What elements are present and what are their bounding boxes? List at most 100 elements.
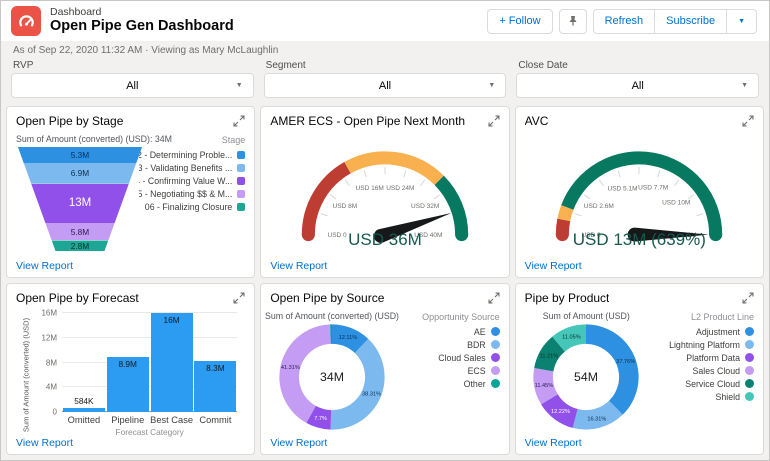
subscribe-button[interactable]: Subscribe <box>655 8 728 34</box>
bar-value-label: 8.3M <box>206 362 225 373</box>
legend-item: 06 - Finalizing Closure <box>145 202 246 212</box>
gauge-tick-label: USD 16M <box>356 185 384 192</box>
chart-legend: Opportunity Source AE BDR Cloud Sales ECS Oth… <box>394 309 500 437</box>
funnel-segment[interactable]: 13M <box>31 183 129 223</box>
title-block: Dashboard Open Pipe Gen Dashboard <box>50 6 234 35</box>
legend-label: BDR <box>467 339 486 350</box>
y-tick-label: 16M <box>41 308 57 318</box>
view-report-link[interactable]: View Report <box>525 437 582 449</box>
funnel-segment[interactable]: 2.8M <box>51 240 109 252</box>
bar-commit[interactable]: 8.3M <box>194 360 237 412</box>
legend-item: Sales Cloud <box>693 366 754 376</box>
legend-label: 04 - Confirming Value W... <box>139 175 233 186</box>
view-report-link[interactable]: View Report <box>16 437 73 449</box>
legend-item: Adjustment <box>696 327 754 337</box>
bar-chart-body: Sum of Amount (converted) (USD) 0 4M 8M 12M 1… <box>16 309 245 437</box>
view-report-link[interactable]: View Report <box>270 437 327 449</box>
page-header: Dashboard Open Pipe Gen Dashboard + Foll… <box>1 1 769 41</box>
funnel-chart: Sum of Amount (converted) (USD): 34M 5.3M… <box>16 132 172 260</box>
bar-value-label: 584K <box>74 396 94 407</box>
filter-label: Segment <box>265 60 306 71</box>
expand-icon[interactable] <box>233 291 245 309</box>
legend-item: Shield <box>716 392 754 402</box>
pin-icon <box>569 16 576 26</box>
legend-item: 05 - Negotiating $$ & M... <box>139 189 246 199</box>
legend-swatch <box>744 327 754 336</box>
slice-percent-label: 11.21% <box>540 353 559 359</box>
legend-swatch <box>490 353 500 362</box>
refresh-button[interactable]: Refresh <box>592 8 656 34</box>
gauge-band <box>561 151 723 235</box>
card-title: AVC <box>524 114 549 128</box>
slice-percent-label: 12.11% <box>339 335 358 341</box>
x-tick-label: Best Case <box>150 415 194 425</box>
bar-plot: 0 4M 8M 12M 16M 584K 8.9M 16M 8.3M Omitted Pipelin… <box>36 309 245 437</box>
gauge-band-cap <box>556 228 570 242</box>
gauge-tick-label: USD 32M <box>411 203 439 210</box>
legend-label: Shield <box>715 391 740 402</box>
view-report-link[interactable]: View Report <box>525 260 582 272</box>
filter-close-date-select[interactable]: All ▼ <box>516 73 760 98</box>
view-report-link[interactable]: View Report <box>270 260 327 272</box>
pin-button[interactable] <box>558 8 587 34</box>
donut-chart: Sum of Amount (converted) (USD) 12.11% 38.… <box>265 309 399 437</box>
legend-label: 03 - Validating Benefits ... <box>139 162 233 173</box>
legend-label: Sales Cloud <box>692 365 740 376</box>
legend-swatch <box>490 366 500 375</box>
expand-icon[interactable] <box>742 114 754 132</box>
filter-value: All <box>378 79 392 92</box>
gauge-band <box>434 175 469 235</box>
gauge-value: USD 36M <box>348 230 422 249</box>
gauge-chart-body: USD 0 USD 8M USD 16M USD 24M USD 32M USD 40M U… <box>270 132 499 260</box>
legend-swatch <box>744 340 754 349</box>
gauge-tick <box>420 179 426 186</box>
view-report-link[interactable]: View Report <box>16 260 73 272</box>
gauge-tick-label: USD 2.6M <box>584 203 614 210</box>
funnel: 5.3M 6.9M 13M 5.8M 2.8M <box>16 147 144 252</box>
slice-percent-label: 12.22% <box>551 409 570 415</box>
legend-label: 02 - Determining Proble... <box>139 149 233 160</box>
legend-swatch <box>744 353 754 362</box>
funnel-segment[interactable]: 5.3M <box>17 147 143 163</box>
filter-segment-select[interactable]: All ▼ <box>263 73 507 98</box>
title-group: Dashboard Open Pipe Gen Dashboard <box>11 6 234 36</box>
card-open-pipe-by-source: Open Pipe by Source Sum of Amount (conve… <box>260 283 510 455</box>
legend-item: 04 - Confirming Value W... <box>139 175 246 186</box>
gauge-band-cap <box>301 228 315 242</box>
donut: 12.11% 38.31% 7.7% 41.31% 34M <box>279 324 385 430</box>
expand-icon[interactable] <box>742 291 754 309</box>
more-actions-button[interactable]: ▼ <box>727 8 757 34</box>
y-axis-title-text: Sum of Amount (converted) (USD) <box>21 317 31 433</box>
chart-legend: L2 Product Line Adjustment Lightning Platf… <box>648 309 754 437</box>
legend-title: Opportunity Source <box>422 312 500 322</box>
legend-label: Other <box>463 378 486 389</box>
gauge-tick <box>403 170 407 178</box>
donut-chart-body: Sum of Amount (converted) (USD) 12.11% 38.… <box>265 309 500 437</box>
bar-value-label: 8.9M <box>118 358 137 369</box>
bar-omitted[interactable]: 584K <box>62 396 105 412</box>
expand-icon[interactable] <box>233 114 245 132</box>
gauge-band <box>301 161 351 235</box>
slice-percent-label: 11.05% <box>562 335 581 341</box>
donut-chart: Sum of Amount (USD) 37.76% 16.31% 12.22% 11.… <box>525 309 648 437</box>
expand-icon[interactable] <box>488 114 500 132</box>
chevron-down-icon: ▼ <box>488 82 496 89</box>
follow-button[interactable]: + Follow <box>487 8 553 34</box>
card-open-pipe-by-stage: Open Pipe by Stage Sum of Amount (conver… <box>6 106 256 278</box>
bar-pipeline[interactable]: 8.9M <box>106 356 149 412</box>
gauge-tick <box>433 194 440 200</box>
y-tick-label: 0 <box>52 407 57 417</box>
funnel-chart-title: Sum of Amount (converted) (USD): 34M <box>16 134 172 144</box>
gauge-band <box>344 151 444 186</box>
gauge-tick <box>657 170 661 178</box>
gauge-tick <box>330 194 337 200</box>
donut-slice-bdr[interactable] <box>330 338 385 430</box>
expand-icon[interactable] <box>488 291 500 309</box>
x-tick-label: Pipeline <box>111 415 145 425</box>
filter-rvp-select[interactable]: All ▼ <box>11 73 254 98</box>
card-title: AMER ECS - Open Pipe Next Month <box>270 114 466 128</box>
donut: 37.76% 16.31% 12.22% 11.45% 11.21% 11.05% 54M <box>533 324 639 430</box>
funnel-segment[interactable]: 5.8M <box>45 222 115 241</box>
legend-swatch <box>237 189 246 198</box>
funnel-segment[interactable]: 6.9M <box>23 163 137 184</box>
